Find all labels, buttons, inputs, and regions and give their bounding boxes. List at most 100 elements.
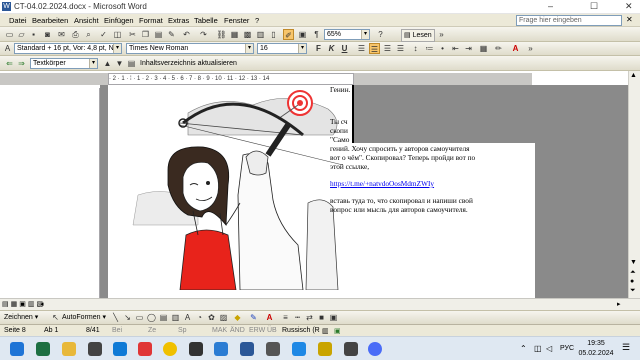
illustration-image[interactable] bbox=[128, 85, 343, 290]
excel-taskbar-icon[interactable] bbox=[36, 342, 50, 356]
help-search-input[interactable]: Frage hier eingeben bbox=[516, 15, 622, 26]
browse-object-icon[interactable]: ● bbox=[630, 278, 634, 285]
app-taskbar-icon-4[interactable] bbox=[292, 342, 306, 356]
align-left-icon[interactable]: ☰ bbox=[356, 43, 367, 54]
word-taskbar-icon[interactable] bbox=[240, 342, 254, 356]
3d-icon[interactable]: ▣ bbox=[328, 312, 339, 323]
bullets-icon[interactable]: • bbox=[437, 43, 448, 54]
menu-ansicht[interactable]: Ansicht bbox=[74, 16, 99, 25]
menu-help[interactable]: ? bbox=[255, 16, 259, 25]
insert-table-icon[interactable]: ▩ bbox=[242, 29, 253, 40]
line-color-icon[interactable]: ✎ bbox=[248, 312, 259, 323]
italic-button[interactable]: K bbox=[326, 43, 337, 54]
highlight-icon[interactable]: ✏ bbox=[493, 43, 504, 54]
scroll-up-icon[interactable]: ▲ bbox=[630, 72, 637, 79]
permission-icon[interactable]: ◙ bbox=[42, 29, 53, 40]
hyperlink-icon[interactable]: ⛓ bbox=[216, 29, 227, 40]
file-explorer-icon[interactable] bbox=[62, 342, 76, 356]
close-button[interactable]: ✕ bbox=[625, 1, 633, 12]
menu-datei[interactable]: Datei bbox=[9, 16, 27, 25]
format-painter-icon[interactable]: ✎ bbox=[166, 29, 177, 40]
select-objects-icon[interactable]: ↖ bbox=[50, 312, 61, 323]
copy-icon[interactable]: ❐ bbox=[140, 29, 151, 40]
cut-icon[interactable]: ✂ bbox=[127, 29, 138, 40]
redo-icon[interactable]: ↷ bbox=[198, 29, 209, 40]
styles-pane-icon[interactable]: A bbox=[2, 43, 13, 54]
style-select[interactable]: Standard + 16 pt, Vor: 4,8 pt, N ▾ bbox=[14, 43, 122, 54]
status-track[interactable]: ÄND bbox=[230, 327, 245, 334]
network-icon[interactable]: ◫ bbox=[534, 344, 542, 353]
align-center-icon[interactable]: ☰ bbox=[369, 43, 380, 54]
next-page-icon[interactable]: ⏷ bbox=[630, 287, 636, 295]
status-language[interactable]: Russisch (R bbox=[282, 327, 320, 334]
zoom-select[interactable]: 65% ▾ bbox=[324, 29, 370, 40]
scroll-down-icon[interactable]: ▼ bbox=[630, 259, 637, 266]
move-up-icon[interactable]: ▲ bbox=[102, 58, 113, 69]
promote-icon[interactable]: ⇐ bbox=[4, 58, 15, 69]
app-taskbar-icon-7[interactable] bbox=[368, 342, 382, 356]
help-icon[interactable]: ? bbox=[375, 29, 386, 40]
volume-icon[interactable]: ◁ bbox=[546, 344, 552, 353]
print-icon[interactable]: ⎙ bbox=[70, 29, 81, 40]
app-taskbar-icon-2[interactable] bbox=[189, 342, 203, 356]
font-select[interactable]: Times New Roman ▾ bbox=[126, 43, 254, 54]
spelling-icon[interactable]: ✓ bbox=[98, 29, 109, 40]
save-icon[interactable]: ▪ bbox=[28, 29, 39, 40]
language-indicator[interactable]: РУС bbox=[560, 345, 574, 352]
research-icon[interactable]: ◫ bbox=[112, 29, 123, 40]
notification-icon[interactable]: ☰ bbox=[622, 342, 630, 353]
line-icon[interactable]: ╲ bbox=[110, 312, 121, 323]
new-document-icon[interactable]: ▭ bbox=[4, 29, 15, 40]
status-overtype[interactable]: ÜB bbox=[267, 327, 277, 334]
open-folder-icon[interactable]: ▱ bbox=[16, 29, 27, 40]
line-spacing-icon[interactable]: ↕ bbox=[410, 43, 421, 54]
tables-borders-icon[interactable]: ▦ bbox=[229, 29, 240, 40]
menu-fenster[interactable]: Fenster bbox=[224, 16, 249, 25]
previous-page-icon[interactable]: ⏶ bbox=[630, 269, 636, 277]
view-mode-icons[interactable]: ▤▦▣▥▧ bbox=[2, 300, 45, 308]
show-formatting-icon[interactable]: ¶ bbox=[311, 29, 322, 40]
undo-icon[interactable]: ↶ bbox=[181, 29, 192, 40]
font-color-icon[interactable]: A bbox=[510, 43, 521, 54]
macro-security-icon[interactable]: ▣ bbox=[334, 327, 341, 335]
increase-indent-icon[interactable]: ⇥ bbox=[463, 43, 474, 54]
minimize-button[interactable]: – bbox=[548, 1, 553, 11]
arrow-style-icon[interactable]: ⇄ bbox=[304, 312, 315, 323]
status-macro[interactable]: MAK bbox=[212, 327, 227, 334]
fill-color-icon[interactable]: ◆ bbox=[232, 312, 243, 323]
horizontal-ruler[interactable]: · 2 · 1 · ⁞ · 1 · 2 · 3 · 4 · 5 · 6 · 7 … bbox=[108, 73, 354, 85]
vertical-textbox-icon[interactable]: ▥ bbox=[170, 312, 181, 323]
wordart-icon[interactable]: A bbox=[182, 312, 193, 323]
doc-link[interactable]: https://t.me/+natvdoOosMdmZWIy bbox=[330, 179, 434, 188]
chrome-taskbar-icon[interactable] bbox=[163, 342, 177, 356]
media-taskbar-icon[interactable] bbox=[138, 342, 152, 356]
drawing-icon[interactable]: ✐ bbox=[283, 29, 294, 40]
clock-time[interactable]: 19:35 bbox=[580, 340, 612, 347]
bold-button[interactable]: F bbox=[313, 43, 324, 54]
vertical-scrollbar[interactable]: ▲ ▼ ⏶ ● ⏷ bbox=[628, 71, 640, 300]
insert-excel-icon[interactable]: ▥ bbox=[255, 29, 266, 40]
decrease-indent-icon[interactable]: ⇤ bbox=[450, 43, 461, 54]
toolbar-options-icon-2[interactable]: » bbox=[525, 43, 536, 54]
spellcheck-status-icon[interactable]: ▥ bbox=[322, 327, 329, 335]
menu-einfuegen[interactable]: Einfügen bbox=[104, 16, 134, 25]
move-down-icon[interactable]: ▼ bbox=[114, 58, 125, 69]
status-extend[interactable]: ERW bbox=[249, 327, 265, 334]
demote-icon[interactable]: ⇒ bbox=[16, 58, 27, 69]
read-button[interactable]: ▤ Lesen bbox=[401, 29, 435, 42]
draw-font-color-icon[interactable]: A bbox=[264, 312, 275, 323]
textbox-icon[interactable]: ▤ bbox=[158, 312, 169, 323]
picture-icon[interactable]: ▨ bbox=[218, 312, 229, 323]
menu-format[interactable]: Format bbox=[139, 16, 163, 25]
scroll-right-icon[interactable]: ▸ bbox=[617, 300, 621, 308]
telegram-taskbar-icon[interactable] bbox=[214, 342, 228, 356]
update-toc-button[interactable]: Inhaltsverzeichnis aktualisieren bbox=[140, 58, 237, 69]
windows-start-icon[interactable] bbox=[10, 342, 24, 356]
shadow-icon[interactable]: ■ bbox=[316, 312, 327, 323]
vertical-ruler[interactable] bbox=[90, 88, 100, 298]
columns-icon[interactable]: ▯ bbox=[268, 29, 279, 40]
clipart-icon[interactable]: ✿ bbox=[206, 312, 217, 323]
menu-extras[interactable]: Extras bbox=[168, 16, 189, 25]
dash-style-icon[interactable]: ┅ bbox=[292, 312, 303, 323]
align-right-icon[interactable]: ☰ bbox=[382, 43, 393, 54]
